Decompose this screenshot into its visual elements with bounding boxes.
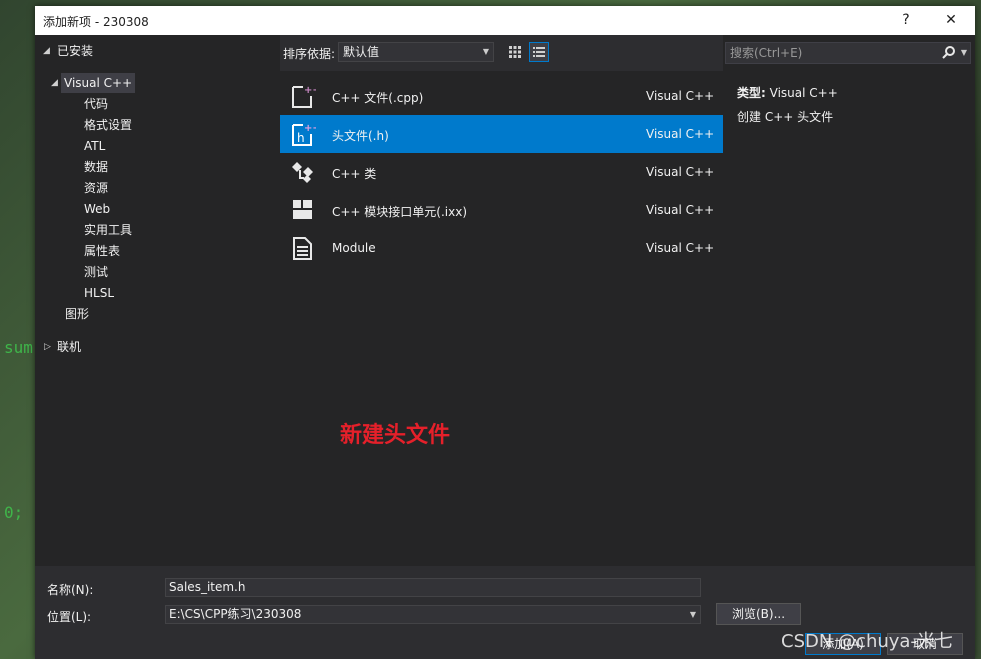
annotation-text: 新建头文件 <box>340 423 451 448</box>
sort-select[interactable]: 默认值 ▼ <box>338 42 494 62</box>
tree-item-data[interactable]: 数据 <box>84 157 108 177</box>
chevron-down-icon[interactable]: ▼ <box>690 606 696 623</box>
browse-button[interactable]: 浏览(B)... <box>716 603 801 625</box>
template-name: 头文件(.h) <box>332 129 389 143</box>
type-value: Visual C++ <box>769 86 838 100</box>
template-name: C++ 模块接口单元(.ixx) <box>332 205 468 219</box>
template-language: Visual C++ <box>646 89 715 103</box>
type-key: 类型: <box>737 86 766 100</box>
sort-label: 排序依据: <box>283 47 336 61</box>
category-tree: ◢ 已安装 ◢ Visual C++ 代码 格式设置 ATL 数据 资源 Web… <box>35 35 280 566</box>
tree-item-atl[interactable]: ATL <box>84 136 105 156</box>
template-language: Visual C++ <box>646 127 715 141</box>
tree-item-installed[interactable]: 已安装 <box>57 41 93 61</box>
template-module[interactable]: Module Visual C++ <box>280 229 723 267</box>
module-interface-icon <box>290 197 316 223</box>
chevron-down-icon: ▼ <box>482 47 489 56</box>
location-field[interactable]: E:\CS\CPP练习\230308 ▼ <box>165 605 701 624</box>
tree-item-test[interactable]: 测试 <box>84 262 108 282</box>
template-cpp-class[interactable]: C++ 类 Visual C++ <box>280 153 723 191</box>
collapse-arrow-icon[interactable]: ◢ <box>43 41 50 61</box>
chevron-down-icon[interactable]: ▼ <box>961 43 967 63</box>
name-field-value: Sales_item.h <box>169 580 246 594</box>
template-language: Visual C++ <box>646 241 715 255</box>
template-list: ++ C++ 文件(.cpp) Visual C++ h ++ 头文件(.h) … <box>280 71 723 566</box>
location-field-value: E:\CS\CPP练习\230308 <box>169 607 302 621</box>
details-panel: 搜索(Ctrl+E) ▼ 类型: Visual C++ 创建 C++ 头文件 <box>723 35 975 566</box>
grid-view-icon[interactable] <box>505 42 525 62</box>
help-button[interactable]: ? <box>893 9 919 31</box>
background-code-text: sum <box>4 338 33 357</box>
template-name: C++ 文件(.cpp) <box>332 91 424 105</box>
class-icon <box>290 159 316 185</box>
tree-item-utility[interactable]: 实用工具 <box>84 220 132 240</box>
collapse-arrow-icon[interactable]: ◢ <box>51 73 58 93</box>
tree-item-resource[interactable]: 资源 <box>84 178 108 198</box>
sort-select-value: 默认值 <box>343 45 380 59</box>
template-name: Module <box>332 241 376 255</box>
template-module-interface[interactable]: C++ 模块接口单元(.ixx) Visual C++ <box>280 191 723 229</box>
template-header-file[interactable]: h ++ 头文件(.h) Visual C++ <box>280 115 723 153</box>
tree-item-web[interactable]: Web <box>84 199 110 219</box>
template-language: Visual C++ <box>646 203 715 217</box>
template-name: C++ 类 <box>332 167 377 181</box>
svg-text:++: ++ <box>304 85 316 96</box>
tree-item-hlsl[interactable]: HLSL <box>84 283 114 303</box>
tree-item-property-sheet[interactable]: 属性表 <box>84 241 120 261</box>
tree-item-graphics[interactable]: 图形 <box>65 304 89 324</box>
tree-item-code[interactable]: 代码 <box>84 94 108 114</box>
name-label: 名称(N): <box>47 583 94 597</box>
title-bar: 添加新项 - 230308 ? ✕ <box>35 6 975 35</box>
list-view-icon[interactable] <box>529 42 549 62</box>
module-icon <box>290 235 316 261</box>
cpp-file-icon: ++ <box>290 83 321 109</box>
search-icon[interactable] <box>942 45 956 65</box>
close-button[interactable]: ✕ <box>938 9 964 31</box>
tree-item-formatting[interactable]: 格式设置 <box>84 115 132 135</box>
expand-arrow-icon[interactable]: ▷ <box>44 337 51 357</box>
template-language: Visual C++ <box>646 165 715 179</box>
template-description: 创建 C++ 头文件 <box>737 110 834 124</box>
dialog-title: 添加新项 - 230308 <box>43 15 149 29</box>
template-cpp-file[interactable]: ++ C++ 文件(.cpp) Visual C++ <box>280 77 723 115</box>
type-row: 类型: Visual C++ <box>737 84 838 101</box>
add-new-item-dialog: 添加新项 - 230308 ? ✕ ◢ 已安装 ◢ Visual C++ 代码 … <box>35 6 975 659</box>
watermark-text: CSDN @chuya-米七 <box>781 631 953 652</box>
tree-item-online[interactable]: 联机 <box>57 337 81 357</box>
name-field[interactable]: Sales_item.h <box>165 578 701 597</box>
template-toolbar: 排序依据: 默认值 ▼ <box>280 35 723 71</box>
search-input[interactable]: 搜索(Ctrl+E) ▼ <box>725 42 971 64</box>
location-label: 位置(L): <box>47 610 92 624</box>
tree-item-visual-cpp[interactable]: Visual C++ <box>61 73 136 93</box>
svg-text:++: ++ <box>304 123 316 134</box>
header-file-icon: h ++ <box>290 121 321 147</box>
search-placeholder: 搜索(Ctrl+E) <box>730 46 803 60</box>
